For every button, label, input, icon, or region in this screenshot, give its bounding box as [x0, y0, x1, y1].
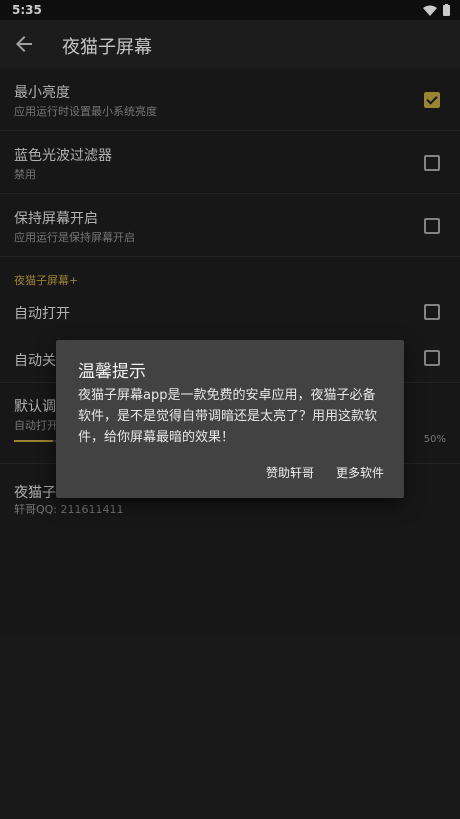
notice-dialog: 温馨提示 夜猫子屏幕app是一款免费的安卓应用，夜猫子必备软件，是不是觉得自带调… [56, 340, 404, 498]
sponsor-button[interactable]: 赞助轩哥 [266, 464, 314, 481]
dialog-actions: 赞助轩哥 更多软件 [266, 464, 384, 481]
more-apps-button[interactable]: 更多软件 [336, 464, 384, 481]
dialog-message: 夜猫子屏幕app是一款免费的安卓应用，夜猫子必备软件，是不是觉得自带调暗还是太亮… [78, 388, 378, 445]
dialog-title: 温馨提示 [78, 362, 146, 382]
